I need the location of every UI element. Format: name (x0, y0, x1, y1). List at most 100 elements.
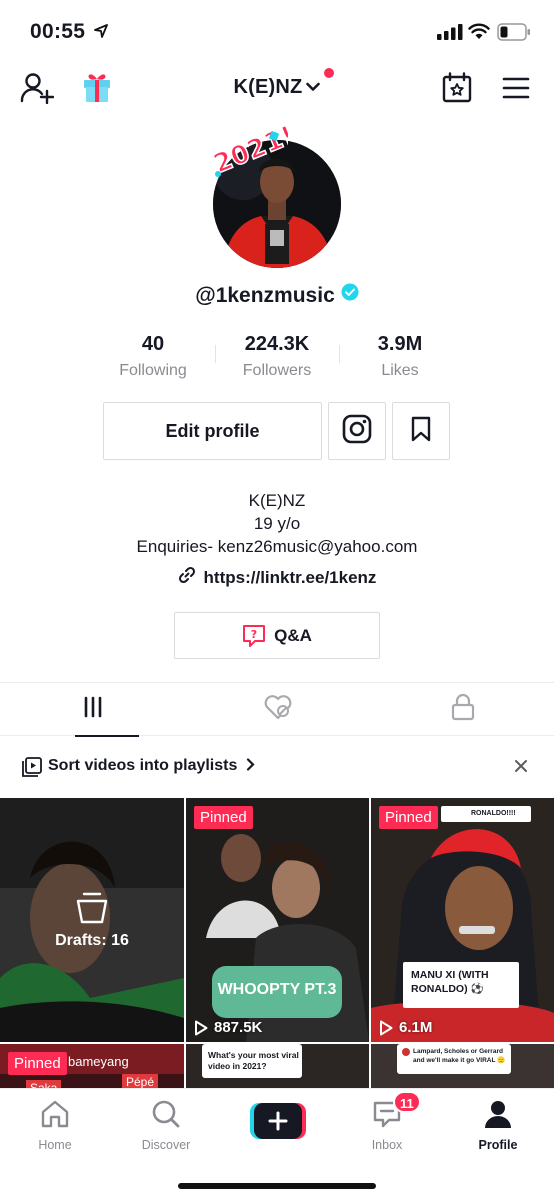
video-caption: Lampard, Scholes or Gerrard and we'll ma… (413, 1048, 506, 1064)
verified-badge-icon (341, 283, 359, 307)
pinned-badge: Pinned (194, 806, 253, 829)
question-bubble-icon: ? (243, 624, 266, 647)
following-count: 40 (141, 333, 165, 355)
drafts-count: Drafts: 16 (55, 932, 129, 949)
year-2021-sticker: 2021! (204, 120, 300, 182)
nav-home-label: Home (38, 1138, 72, 1152)
following-label: Following (119, 362, 187, 379)
notification-dot (324, 68, 334, 78)
nav-home[interactable]: Home (5, 1099, 105, 1152)
profile-bio: K(E)NZ 19 y/o Enquiries- kenz26music@yah… (0, 489, 554, 558)
hidden-heart-icon (263, 694, 293, 725)
plus-icon (250, 1103, 306, 1139)
video-tile[interactable]: Pinned RONALDO!!!! MANU XI (WITH RONALDO… (371, 798, 554, 1042)
followers-label: Followers (242, 362, 312, 379)
favorites-button[interactable] (392, 402, 450, 460)
qa-label: Q&A (274, 625, 312, 645)
chevron-down-icon (306, 75, 321, 98)
cellular-signal-icon (437, 24, 463, 45)
playlist-banner[interactable]: Sort videos into playlists (0, 752, 554, 782)
video-thumbnail (371, 798, 554, 1042)
inbox-badge: 11 (393, 1091, 421, 1113)
status-bar: 00:55 (0, 0, 554, 62)
profile-icon (485, 1101, 511, 1128)
nav-profile[interactable]: Profile (448, 1099, 548, 1152)
video-caption: MANU XI (WITH RONALDO) ⚽ (411, 969, 489, 995)
nav-profile-label: Profile (478, 1138, 518, 1152)
calendar-star-icon[interactable] (442, 72, 472, 109)
playlist-icon (22, 757, 42, 782)
profile-actions: Edit profile (0, 402, 554, 460)
profile-stats: 40 Following 224.3K Followers 3.9M Likes (0, 333, 554, 383)
video-grid: Drafts: 16 Pinned WHOOPTY PT.3 887.5K Pi… (0, 798, 554, 1088)
video-tile[interactable]: What's your most viral video in 2021? (186, 1044, 369, 1088)
top-nav: K(E)NZ (0, 66, 554, 112)
video-subcaption: Saka (26, 1080, 62, 1088)
view-count-text: 887.5K (214, 1019, 263, 1036)
content-tabs (0, 682, 554, 737)
menu-icon[interactable] (502, 76, 530, 105)
drafts-tile[interactable]: Drafts: 16 (0, 798, 184, 1042)
link-icon (178, 566, 196, 589)
bottom-nav: Home Discover Inbox 11 Profile (0, 1088, 554, 1200)
location-arrow-icon (94, 24, 108, 43)
edit-profile-button[interactable]: Edit profile (103, 402, 322, 460)
tab-private[interactable] (370, 683, 554, 736)
followers-count: 224.3K (244, 333, 310, 355)
instagram-icon (342, 414, 372, 449)
video-subcaption: Pépé (122, 1074, 159, 1088)
close-icon[interactable] (514, 759, 528, 778)
profile-handle: @1kenzmusic (0, 283, 554, 308)
drafts-icon (75, 892, 109, 929)
view-count-text: 6.1M (399, 1019, 433, 1036)
play-icon (380, 1020, 393, 1035)
nav-discover[interactable]: Discover (116, 1099, 216, 1152)
create-button[interactable] (250, 1103, 306, 1139)
home-icon (41, 1100, 69, 1128)
bio-link-text: https://linktr.ee/1kenz (203, 568, 377, 587)
likes-label: Likes (381, 362, 419, 379)
bio-link[interactable]: https://linktr.ee/1kenz (0, 566, 554, 589)
video-caption: bameyang (68, 1054, 129, 1069)
likes-count: 3.9M (377, 333, 423, 355)
bio-line: Enquiries- kenz26music@yahoo.com (136, 537, 418, 556)
tab-liked[interactable] (185, 683, 370, 736)
playlist-banner-text: Sort videos into playlists (48, 757, 255, 775)
nav-inbox-label: Inbox (371, 1138, 403, 1152)
bio-line: K(E)NZ (248, 491, 306, 510)
nav-discover-label: Discover (141, 1138, 191, 1152)
svg-text:?: ? (251, 628, 257, 641)
search-icon (152, 1100, 180, 1128)
video-thumbnail (186, 798, 369, 1042)
home-indicator (178, 1183, 376, 1189)
lock-icon (451, 693, 475, 726)
video-caption: What's your most viral video in 2021? (208, 1050, 299, 1071)
video-tile[interactable]: Pinned bameyang Saka Pépé (0, 1044, 184, 1088)
stat-following[interactable]: 40 Following (93, 333, 213, 380)
bio-line: 19 y/o (253, 514, 301, 533)
chevron-right-icon (246, 758, 255, 771)
divider (215, 345, 216, 363)
active-tab-indicator (75, 735, 139, 737)
play-icon (195, 1020, 208, 1035)
view-count: 887.5K (194, 1019, 262, 1036)
view-count: 6.1M (379, 1019, 432, 1036)
pinned-badge: Pinned (8, 1052, 67, 1075)
playlist-banner-label: Sort videos into playlists (48, 757, 238, 774)
instagram-button[interactable] (328, 402, 386, 460)
svg-text:2021!: 2021! (209, 122, 288, 180)
stat-followers[interactable]: 224.3K Followers (217, 333, 337, 380)
pinned-badge: Pinned (379, 806, 438, 829)
video-tile[interactable]: Lampard, Scholes or Gerrard and we'll ma… (371, 1044, 554, 1088)
account-name: K(E)NZ (233, 76, 303, 98)
bookmark-icon (411, 416, 431, 447)
grid-icon (82, 696, 104, 723)
stat-likes[interactable]: 3.9M Likes (340, 333, 460, 380)
tab-videos[interactable] (0, 683, 185, 737)
video-tile[interactable]: Pinned WHOOPTY PT.3 887.5K (186, 798, 369, 1042)
status-time: 00:55 (30, 20, 86, 43)
battery-icon (497, 23, 531, 46)
nav-inbox[interactable]: Inbox (337, 1099, 437, 1152)
video-top-note: RONALDO!!!! (471, 810, 516, 817)
qa-button[interactable]: ? Q&A (174, 612, 380, 659)
